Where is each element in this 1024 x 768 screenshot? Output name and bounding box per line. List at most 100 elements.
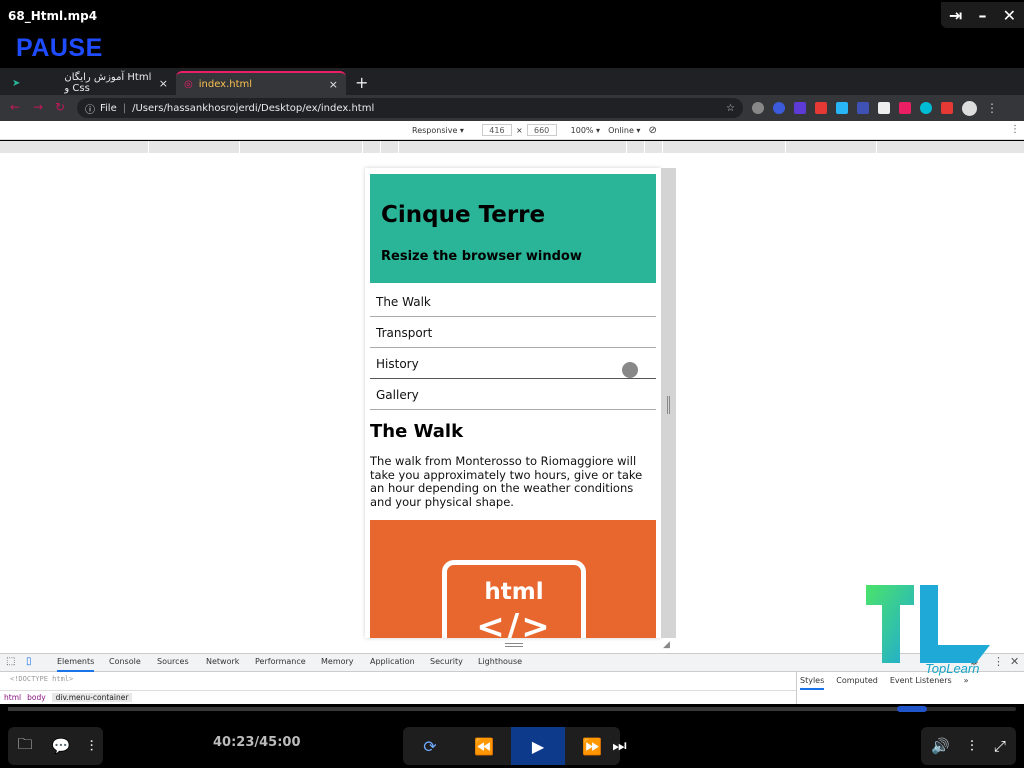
device-toggle-icon[interactable]: ▯ [26,656,32,667]
scheme-label: File [100,102,117,114]
extension-icon[interactable] [794,102,806,114]
tab-index-html[interactable]: ◎ index.html × [176,71,346,95]
inspect-element-icon[interactable]: ⬚ [6,656,15,667]
extension-icon[interactable] [836,102,848,114]
tab-sources[interactable]: Sources [157,657,189,666]
audio-settings-icon[interactable]: ⫶ [970,737,974,755]
seek-bar-thumb[interactable] [897,706,928,712]
url-text: /Users/hassankhosrojerdi/Desktop/ex/inde… [132,102,375,114]
left-controls: 🗀 💬 ⫶ [8,727,103,765]
menu-item-history[interactable]: History [370,348,656,379]
close-icon[interactable]: ✕ [1003,6,1016,25]
reload-icon[interactable]: ↻ [55,100,65,114]
throttle-select[interactable]: Online ▾ [608,126,640,135]
page-subtitle: Resize the browser window [381,249,582,264]
menu-container: The Walk Transport History Gallery [370,286,656,410]
tab-label: index.html [198,78,253,90]
tab-label: آموزش رایگان Html و Css [64,72,152,94]
menu-item-gallery[interactable]: Gallery [370,379,656,410]
tab-lighthouse[interactable]: Lighthouse [478,657,522,666]
extension-icon[interactable] [815,102,827,114]
volume-icon[interactable]: 🔊 [931,737,950,755]
puzzle-icon[interactable] [941,102,953,114]
extension-icon[interactable] [857,102,869,114]
tab-computed[interactable]: Computed [836,676,878,690]
globe-icon: ◎ [184,78,193,90]
tab-toplearn[interactable]: ➤ آموزش رایگان Html و Css × [4,71,176,95]
repeat-icon[interactable]: ⟳ [403,727,457,765]
play-button[interactable]: ▶ [511,727,565,765]
tab-console[interactable]: Console [109,657,141,666]
times-sign: × [515,125,523,135]
media-query-ruler [0,141,1024,153]
video-player: 68_Html.mp4 ⇥ – ✕ PAUSE ➤ آموزش رایگان H… [0,0,1024,768]
tab-styles[interactable]: Styles [800,676,825,690]
playback-controls: ⟳ ⏪ ▶ ⏩ ⏭ [403,727,627,765]
section-text: The walk from Monterosso to Riomaggiore … [370,454,643,509]
tab-elements[interactable]: Elements [57,657,95,672]
minimize-icon[interactable]: – [979,6,987,25]
page-title: Cinque Terre [381,202,546,228]
tab-close-icon[interactable]: × [159,77,168,90]
extension-icon[interactable] [773,102,785,114]
fullscreen-icon[interactable]: ⤢ [994,737,1006,755]
fast-forward-icon[interactable]: ⏩ [565,727,619,765]
devtools-close-icon[interactable]: ✕ [1010,655,1019,668]
extension-icon[interactable] [899,102,911,114]
device-more-icon[interactable]: ⋮ [1010,124,1020,135]
resize-handle-icon[interactable] [667,396,670,414]
dom-doctype: <!DOCTYPE html> [10,675,74,683]
extension-icon[interactable] [920,102,932,114]
tab-performance[interactable]: Performance [255,657,306,666]
tab-close-icon[interactable]: × [329,78,338,91]
menu-dots-icon[interactable]: ⋮ [986,101,998,115]
page-header: Cinque Terre Resize the browser window [370,174,656,283]
seek-bar[interactable] [8,706,1016,712]
toplearn-favicon-icon: ➤ [12,77,21,89]
breadcrumb-menu-container[interactable]: div.menu-container [51,692,133,702]
html-image: html </> [370,520,656,638]
forward-icon[interactable]: → [33,100,43,114]
extension-icon[interactable] [878,102,890,114]
playback-time: 40:23/45:00 [213,735,301,750]
rewind-icon[interactable]: ⏪ [457,727,511,765]
seek-bar-fill [8,707,913,711]
corner-resize-icon[interactable]: ◢ [663,640,670,650]
html-logo-frame: html </> [442,560,586,638]
menu-item-the-walk[interactable]: The Walk [370,286,656,317]
pin-icon[interactable]: ⇥ [949,6,962,25]
video-file-title: 68_Html.mp4 [8,9,98,23]
right-controls: 🔊 ⫶ ⤢ [921,727,1016,765]
bottom-resize-handle-icon[interactable] [505,643,523,647]
extension-icon[interactable] [752,102,764,114]
mouse-cursor [622,362,638,378]
browser-tabstrip: ➤ آموزش رایگان Html و Css × ◎ index.html… [0,68,1024,95]
devtools-more-icon[interactable]: ⋮ [993,655,1004,668]
equalizer-icon[interactable]: ⫶ [90,737,94,755]
zoom-select[interactable]: 100% ▾ [571,126,600,135]
height-input[interactable]: 660 [526,124,557,136]
tab-event-listeners[interactable]: Event Listeners [890,676,952,690]
responsive-select[interactable]: Responsive ▾ [412,126,464,135]
tabs-overflow-icon[interactable]: » [964,676,969,690]
tab-network[interactable]: Network [206,657,239,666]
rotate-icon[interactable]: ⊘ [648,125,656,136]
skip-next-icon[interactable]: ⏭ [612,727,626,765]
breadcrumb-html[interactable]: html [4,693,21,702]
tab-memory[interactable]: Memory [321,657,354,666]
html-logo-word: html [484,579,544,605]
tab-application[interactable]: Application [370,657,415,666]
menu-item-transport[interactable]: Transport [370,317,656,348]
width-input[interactable]: 416 [481,124,512,136]
breadcrumb-body[interactable]: body [27,693,46,702]
profile-avatar[interactable] [962,100,977,116]
back-icon[interactable]: ← [10,100,20,114]
logo-text: TopLearn [925,661,980,676]
new-tab-button[interactable]: + [355,73,368,92]
subtitles-icon[interactable]: 💬 [52,737,71,755]
pause-state-label: PAUSE [16,34,103,62]
address-bar[interactable]: ⓘ File | /Users/hassankhosrojerdi/Deskto… [77,98,743,118]
tab-security[interactable]: Security [430,657,463,666]
open-folder-icon[interactable]: 🗀 [18,734,33,759]
bookmark-star-icon[interactable]: ☆ [726,103,735,114]
